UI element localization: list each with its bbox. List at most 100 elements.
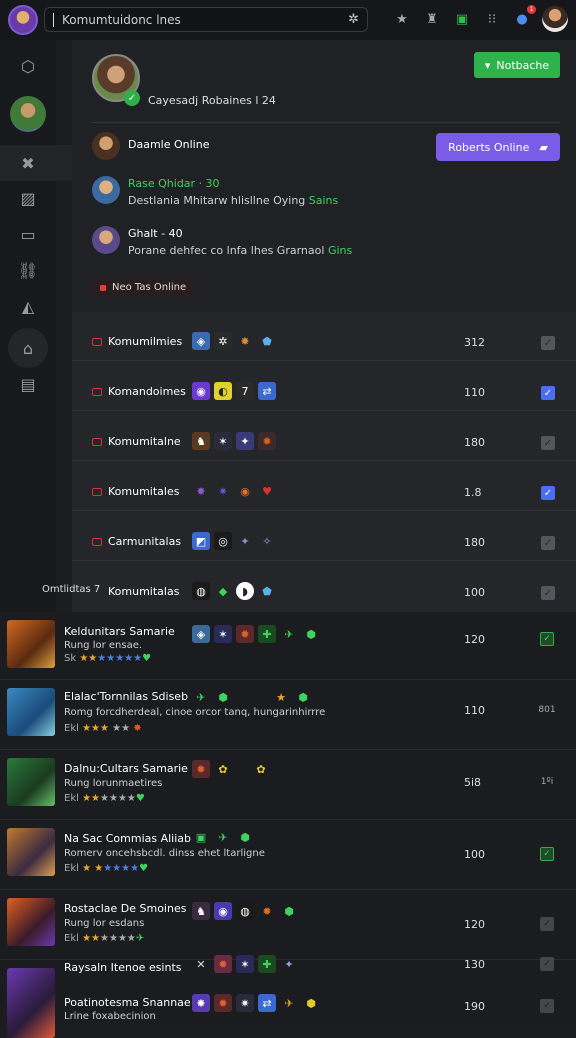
joystick-icon[interactable]: ✖ xyxy=(16,151,40,175)
game-description: Rung lorunmaetires xyxy=(64,778,163,789)
friend-name: Rase Qhidar · 30 xyxy=(128,177,220,190)
game-row[interactable]: Elalac'Tornnilas Sdiseb Romg forcdherdea… xyxy=(0,680,576,750)
game-badges: ✈ ⬢ xyxy=(192,688,232,706)
group-row[interactable]: Omtlidtas 7 Komumitalas ◍ ◆ ◗ ⬟ 100 ✓ xyxy=(42,562,576,611)
game-checkbox[interactable]: 801 xyxy=(538,703,555,717)
friend-activity: Porane dehfec co lnfa lhes Grarnaol Gins xyxy=(128,244,353,257)
group-icons: ◉ ◐ 7 ⇄ xyxy=(192,382,276,400)
badge-icon: ⬢ xyxy=(240,830,250,844)
game-checkbox[interactable]: ✓ xyxy=(540,632,554,646)
pin-icon[interactable]: ✲ xyxy=(348,12,359,27)
badge-icon: ✹ xyxy=(214,994,232,1012)
group-icons: ◍ ◆ ◗ ⬟ xyxy=(192,582,276,600)
game-thumbnail[interactable] xyxy=(7,898,55,946)
group-row[interactable]: Komumilmies ◈ ✲ ✸ ⬟ 312 ✓ xyxy=(72,312,576,361)
badge-icon: ◆ xyxy=(218,584,228,598)
group-row[interactable]: Carmunitalas ◩ ◎ ✦ ✧ 180 ✓ xyxy=(72,512,576,561)
badge-icon: ◍ xyxy=(236,902,254,920)
grid-icon[interactable]: ⁝⁝ xyxy=(482,9,502,29)
game-badges: ✹ ✿ xyxy=(192,760,232,778)
notification-button[interactable]: ▾ Notbache xyxy=(474,52,560,78)
game-player-count: 120 xyxy=(464,918,485,931)
badge-icon: ⬢ xyxy=(284,904,294,918)
game-checkbox[interactable]: ✓ xyxy=(540,999,554,1013)
chart-icon[interactable]: ▨ xyxy=(16,186,40,210)
game-thumbnail[interactable] xyxy=(7,688,55,736)
game-checkbox[interactable]: ✓ xyxy=(540,847,554,861)
game-row[interactable]: Dalnu:Cultars Samarie Rung lorunmaetires… xyxy=(0,750,576,820)
friend-item[interactable]: Ghalt - 40 Porane dehfec co lnfa lhes Gr… xyxy=(92,226,352,257)
badge-icon: ✹ xyxy=(214,955,232,973)
sidebar-avatar[interactable] xyxy=(10,96,46,132)
status-badge[interactable]: Neo Tas Online xyxy=(92,279,195,296)
hex-icon[interactable]: ⬡ xyxy=(16,54,40,78)
badge-icon: ⬢ xyxy=(306,996,316,1010)
group-row[interactable]: Komandoimes ◉ ◐ 7 ⇄ 110 ✓ xyxy=(72,362,576,411)
game-thumbnail[interactable] xyxy=(7,620,55,668)
friend-name: Ghalt - 40 xyxy=(128,227,183,240)
group-checkbox[interactable]: ✓ xyxy=(541,386,555,400)
megaphone-icon[interactable]: ◭ xyxy=(16,294,40,318)
badge-icon: ✷ xyxy=(236,994,254,1012)
home-icon[interactable]: ⌂ xyxy=(16,336,40,360)
game-row[interactable]: Raysaln Itenoe esints ✕ ✹ ✶ ✚ ✦ 130 ✓ xyxy=(0,955,576,1038)
inbox-icon[interactable]: ▤ xyxy=(16,372,40,396)
badge-icon: ✿ xyxy=(256,762,266,776)
verified-check-icon: ✓ xyxy=(124,90,140,106)
group-row[interactable]: Komumitales ✸ ✷ ◉ ♥ 1.8 ✓ xyxy=(72,462,576,511)
game-checkbox[interactable]: 1ºi xyxy=(540,775,554,789)
badge-icon: ✕ xyxy=(196,957,206,971)
badge-icon: ◩ xyxy=(192,532,210,550)
chat-icon[interactable]: ▣ xyxy=(452,9,472,29)
group-checkbox[interactable]: ✓ xyxy=(541,586,555,600)
friend-name: Daamle Online xyxy=(128,138,210,151)
badge-icon: ◉ xyxy=(240,484,250,498)
friend-item[interactable]: Daamle Online xyxy=(92,132,209,160)
gamepad-icon[interactable]: ★ xyxy=(392,9,412,29)
top-icons: ★ ♜ ▣ ⁝⁝ ● 1 xyxy=(392,5,568,32)
search-input[interactable]: Komumtuidonc lnes ✲ xyxy=(44,7,368,32)
friend-activity: Destlania Mhitarw hlisllne Oying Sains xyxy=(128,194,339,207)
badge-icon: ✦ xyxy=(236,432,254,450)
game-row[interactable]: Na Sac Commias Aliiab Romerv oncehsbcdl.… xyxy=(0,820,576,890)
group-checkbox[interactable]: ✓ xyxy=(541,336,555,350)
group-checkbox[interactable]: ✓ xyxy=(541,436,555,450)
status-badge-label: Neo Tas Online xyxy=(112,282,187,293)
game-checkbox[interactable]: ✓ xyxy=(540,917,554,931)
app-logo[interactable] xyxy=(8,5,38,35)
user-avatar[interactable] xyxy=(542,6,568,32)
game-row[interactable]: Keldunitars Samarie Rung lor ensae. Sk ★… xyxy=(0,612,576,680)
game-thumbnail[interactable] xyxy=(7,758,55,806)
chat-icon[interactable]: ▭ xyxy=(16,222,40,246)
game-thumbnail[interactable] xyxy=(7,828,55,876)
game-rating: Ekl ★★★★★★✈ xyxy=(64,933,145,944)
game-row[interactable]: Rostaclae De Smoines Rung lor esdans Ekl… xyxy=(0,890,576,960)
friends-online-button[interactable]: Roberts Online ▰ xyxy=(436,133,560,161)
notification-icon[interactable]: ● 1 xyxy=(512,5,536,29)
badge-icon: ⇄ xyxy=(258,994,276,1012)
game-player-count: 110 xyxy=(464,704,485,717)
badge-icon: ◈ xyxy=(192,332,210,350)
group-count: 100 xyxy=(464,586,485,599)
sidebar: ⬡ ✖ ▨ ▭ ⛓ ◭ ⌂ ▤ xyxy=(0,40,72,620)
badge-icon: ✦ xyxy=(284,957,294,971)
badge-icon: ✚ xyxy=(258,955,276,973)
games-list: Keldunitars Samarie Rung lor ensae. Sk ★… xyxy=(0,612,576,1038)
group-indicator xyxy=(92,488,102,496)
controller-icon[interactable]: ♜ xyxy=(422,9,442,29)
friend-avatar xyxy=(92,132,120,160)
group-checkbox[interactable]: ✓ xyxy=(541,536,555,550)
text-caret xyxy=(53,12,54,27)
link-icon[interactable]: ⛓ xyxy=(16,258,40,282)
game-player-count: 5i8 xyxy=(464,776,482,789)
game-row[interactable]: Poatinotesma Snannae Lrine foxabecinion … xyxy=(0,990,576,1024)
group-checkbox[interactable]: ✓ xyxy=(541,486,555,500)
game-badges: ▣ ✈ ⬢ xyxy=(192,828,254,846)
notification-button-label: Notbache xyxy=(496,58,550,72)
badge-icon: ✈ xyxy=(196,690,206,704)
group-count: 110 xyxy=(464,386,485,399)
friend-item[interactable]: Rase Qhidar · 30 Destlania Mhitarw hlisl… xyxy=(92,176,338,207)
game-checkbox[interactable]: ✓ xyxy=(540,957,554,971)
group-row[interactable]: Komumitalne ♞ ✶ ✦ ✹ 180 ✓ xyxy=(72,412,576,461)
game-description: Romerv oncehsbcdl. dinss ehet ltarligne xyxy=(64,848,265,859)
